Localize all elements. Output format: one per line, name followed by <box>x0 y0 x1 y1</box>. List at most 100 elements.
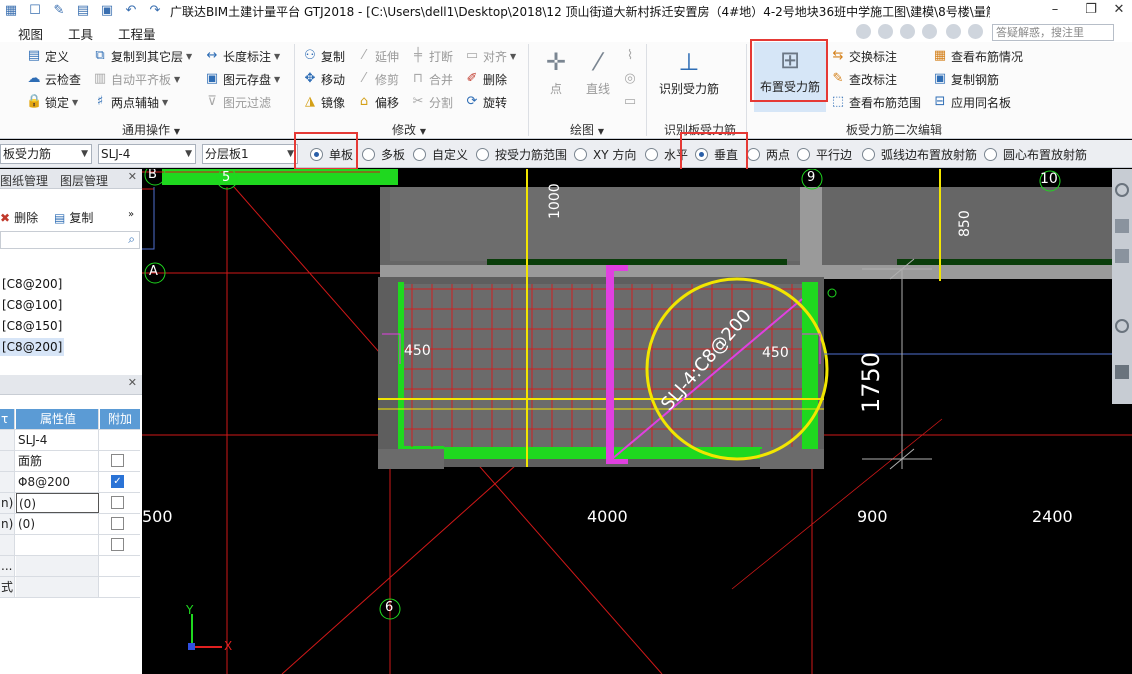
view-layout-button[interactable]: ▦ 查看布筋情况 <box>932 46 1023 66</box>
list-search-input[interactable]: ⌕ <box>0 231 140 249</box>
undo-icon[interactable]: ↶ <box>122 3 140 19</box>
list-item[interactable]: [C8@100] <box>0 296 64 314</box>
minimize-button[interactable]: – <box>1040 0 1070 22</box>
chevron-down-icon: ▼ <box>81 149 88 159</box>
trim-button[interactable]: ⁄ 修剪 <box>356 69 399 89</box>
checkbox[interactable] <box>111 538 124 551</box>
rotate-button[interactable]: ⟳ 旋转 <box>464 92 507 112</box>
table-row[interactable]: n) (0) <box>0 514 140 535</box>
align-button[interactable]: ▭ 对齐 ▼ <box>464 46 516 66</box>
line-button[interactable]: ⁄ 直线 <box>580 48 616 97</box>
drawing-canvas[interactable]: B 5 9 10 A 6 1000 850 450 450 1750 500 4… <box>142 169 1132 674</box>
checkbox-checked[interactable]: ✓ <box>111 475 124 488</box>
extend-button[interactable]: ⁄ 延伸 <box>356 46 399 66</box>
table-row[interactable]: 面筋 <box>0 451 140 472</box>
copy-to-layer-button[interactable]: ⧉ 复制到其它层 ▼ <box>92 46 192 66</box>
rect-tool[interactable]: ▭ <box>622 92 641 112</box>
offset-button[interactable]: ⌂ 偏移 <box>356 92 399 112</box>
view-cube-icon[interactable] <box>1115 249 1129 263</box>
checkbox[interactable] <box>111 496 124 509</box>
table-row[interactable]: SLJ-4 <box>0 430 140 451</box>
radio-parallel-edge[interactable]: 平行边 <box>797 146 852 163</box>
view-range-button[interactable]: ⬚ 查看布筋范围 <box>830 92 921 112</box>
break-button[interactable]: ╪ 打断 <box>410 46 453 66</box>
chat-icon[interactable] <box>900 24 915 39</box>
table-row[interactable] <box>0 535 140 556</box>
search-input[interactable]: 答疑解惑，搜注里 <box>992 24 1114 41</box>
radio-xy[interactable]: XY 方向 <box>574 146 636 163</box>
mirror-button[interactable]: ◮ 镜像 <box>302 92 345 112</box>
edit-label-button[interactable]: ✎ 查改标注 <box>830 69 897 89</box>
tab-drawing-manage[interactable]: 图纸管理 <box>0 172 48 189</box>
apply-same-name-button[interactable]: ⊟ 应用同名板 <box>932 92 1011 112</box>
element-filter-button[interactable]: ⊽ 图元过滤 <box>204 92 271 112</box>
close-icon[interactable]: ✕ <box>128 170 137 183</box>
help-icon[interactable] <box>968 24 983 39</box>
more-icon[interactable]: » <box>128 209 134 220</box>
lock-button[interactable]: 🔒 锁定 ▼ <box>26 92 78 112</box>
axis-icon: ♯ <box>96 94 104 109</box>
drawing-panel-header: 图纸管理 图层管理 ✕ <box>0 169 142 189</box>
copy-button[interactable]: ⚇ 复制 <box>302 46 345 66</box>
polyline-tool[interactable]: ⌇ <box>622 46 641 66</box>
menu-tools[interactable]: 工具 <box>68 24 93 43</box>
checkbox[interactable] <box>111 517 124 530</box>
radio-two-point[interactable]: 两点 <box>747 146 790 163</box>
checkbox[interactable] <box>111 454 124 467</box>
zoom-icon[interactable] <box>1115 183 1129 197</box>
table-row[interactable]: n) (0) <box>0 493 140 514</box>
radio-custom[interactable]: 自定义 <box>413 146 468 163</box>
view-3d-icon[interactable] <box>1115 219 1129 233</box>
swap-label-button[interactable]: ⇆ 交换标注 <box>830 46 897 66</box>
close-button[interactable]: ✕ <box>1104 0 1132 22</box>
rotate-view-icon[interactable] <box>1115 319 1129 333</box>
menu-view[interactable]: 视图 <box>18 24 43 43</box>
radio-center-radial[interactable]: 圆心布置放射筋 <box>984 146 1087 163</box>
list-item[interactable]: [C8@200] <box>0 275 64 293</box>
radio-arc-radial[interactable]: 弧线边布置放射筋 <box>862 146 977 163</box>
auto-flush-button[interactable]: ▥ 自动平齐板 ▼ <box>92 69 180 89</box>
shirt-icon[interactable] <box>946 24 961 39</box>
save-icon[interactable]: ▣ <box>98 3 116 19</box>
close-icon[interactable]: ✕ <box>128 376 137 389</box>
identify-rebar-button[interactable]: ⊥ 识别受力筋 <box>654 48 724 97</box>
tab-layer-manage[interactable]: 图层管理 <box>60 172 108 189</box>
length-dim-button[interactable]: ↔ 长度标注 ▼ <box>204 46 281 66</box>
radio-multi-slab[interactable]: 多板 <box>362 146 405 163</box>
new-icon[interactable]: ☐ <box>26 3 44 19</box>
define-button[interactable]: ▤ 定义 <box>26 46 69 66</box>
menu-quantity[interactable]: 工程量 <box>118 24 156 43</box>
element-name-combo[interactable]: SLJ-4 ▼ <box>98 144 196 164</box>
cad-drawing[interactable] <box>142 169 1132 674</box>
cloud-check-button[interactable]: ☁ 云检查 <box>26 69 82 89</box>
move-button[interactable]: ✥ 移动 <box>302 69 345 89</box>
copy-rebar-button[interactable]: ▣ 复制钢筋 <box>932 69 999 89</box>
delete-tool[interactable]: ✖ 删除 <box>0 209 38 226</box>
element-type-combo[interactable]: 板受力筋 ▼ <box>0 144 92 164</box>
restore-button[interactable]: ❐ <box>1076 0 1106 22</box>
bell-icon[interactable] <box>878 24 893 39</box>
app-icon[interactable]: ▦ <box>2 3 20 19</box>
merge-button[interactable]: ⊓ 合并 <box>410 69 453 89</box>
delete-button[interactable]: ✐ 删除 <box>464 69 507 89</box>
copy-tool[interactable]: ▤ 复制 <box>54 209 93 226</box>
table-row[interactable]: ... <box>0 556 140 577</box>
layer-combo[interactable]: 分层板1 ▼ <box>202 144 298 164</box>
radio-by-range[interactable]: 按受力筋范围 <box>476 146 567 163</box>
split-button[interactable]: ✂ 分割 <box>410 92 453 112</box>
table-row[interactable]: 式 <box>0 577 140 598</box>
layer-toggle-icon[interactable] <box>1115 365 1129 379</box>
redo-icon[interactable]: ↷ <box>146 3 164 19</box>
info-icon[interactable] <box>922 24 937 39</box>
point-button[interactable]: ✛ 点 <box>538 48 574 97</box>
two-point-axis-button[interactable]: ♯ 两点辅轴 ▼ <box>92 92 168 112</box>
view-toolbar[interactable] <box>1112 169 1132 404</box>
element-save-button[interactable]: ▣ 图元存盘 ▼ <box>204 69 280 89</box>
table-row[interactable]: Φ8@200 ✓ <box>0 472 140 493</box>
user-icon[interactable] <box>856 24 871 39</box>
list-item[interactable]: [C8@150] <box>0 317 64 335</box>
open-icon[interactable]: ✎ <box>50 3 68 19</box>
circle-tool[interactable]: ◎ <box>622 69 641 89</box>
grid-icon[interactable]: ▤ <box>74 3 92 19</box>
list-item-selected[interactable]: [C8@200] <box>0 338 65 356</box>
